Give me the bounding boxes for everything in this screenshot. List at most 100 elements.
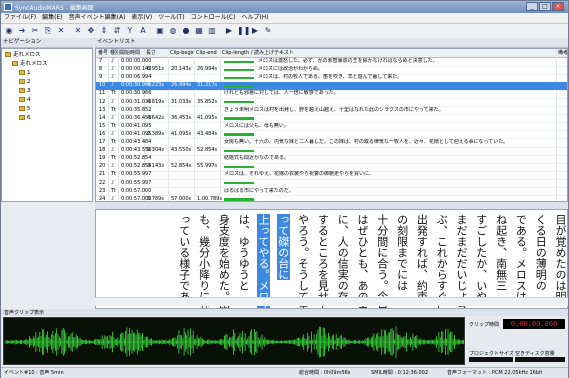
info-icon[interactable]: ● [181, 26, 191, 36]
vertical-text-column[interactable]: くる日の薄明の [534, 214, 547, 291]
vertical-text-column[interactable]: すごしたか、いや [475, 214, 488, 302]
free-disk-meter [515, 357, 565, 362]
edit-icon[interactable]: ✎ [263, 26, 273, 36]
vertical-text-column[interactable]: である。メロスは [514, 214, 527, 302]
cell-no: 23 [99, 187, 106, 194]
cell-type: ♪ [111, 147, 115, 154]
cell-type: ♪ [111, 58, 115, 64]
maximize-button[interactable]: □ [539, 2, 551, 11]
cell-no: 13 [99, 106, 106, 113]
cell-text: メロスには政治がわからぬ。 [258, 66, 324, 73]
tree-node[interactable]: 2 [19, 79, 31, 86]
vertical-text-column[interactable]: はぜひとも、あの王 [356, 214, 369, 308]
play-icon[interactable]: ▶ [224, 26, 234, 36]
menu-item[interactable]: コントロール(C) [188, 13, 239, 23]
waveform-view[interactable] [3, 317, 465, 365]
vertical-text-column[interactable]: 上ってやる。メロス [257, 214, 270, 308]
vertical-text-column[interactable]: ね起き、南無三 [495, 214, 508, 291]
clip-time-display: 0:00:00.000 [503, 319, 565, 329]
menu-item[interactable]: 表示(V) [128, 13, 155, 23]
delete-icon[interactable]: ✕ [56, 26, 66, 36]
clear-icon[interactable]: ✕ [73, 26, 83, 36]
close-button[interactable]: × [552, 2, 564, 11]
cell-no: 15 [99, 122, 106, 129]
waveform-header: 音声クリップ表示 [1, 309, 568, 316]
status-total-time: 総合時間 : 0h09m56s [299, 370, 351, 376]
move-icon[interactable]: ✥ [86, 26, 96, 36]
tree-node-label: 6 [27, 115, 31, 121]
column-header[interactable]: 長さ [146, 49, 156, 57]
menu-item[interactable]: 編集(E) [39, 13, 65, 23]
record-icon[interactable]: ◍ [168, 26, 178, 36]
vertical-text-column[interactable]: 身支度を始めた。雨 [217, 214, 230, 308]
column-header[interactable]: Clip-length / 読み上げテキスト [222, 49, 294, 57]
cell-start: 0:00:30.966 [121, 90, 152, 97]
vertical-text-column[interactable]: 十分間に合う。今日 [376, 214, 389, 308]
tree-node[interactable]: 3 [19, 88, 31, 95]
vertical-text-column[interactable]: 出発すれば、約束 [415, 214, 428, 302]
vertical-text-column[interactable]: の刻限までには [396, 214, 409, 291]
cell-type: Tt [111, 155, 117, 162]
vertical-text-column[interactable]: ぶ、これからすぐに [435, 214, 448, 308]
vertical-text-column[interactable]: っている様子であ [178, 214, 191, 302]
cell-len: 4.819s [147, 98, 164, 105]
tree-node[interactable]: 6 [19, 115, 31, 122]
text-a-icon[interactable]: A [138, 26, 148, 36]
clip-level-bar [224, 68, 254, 72]
vertical-text-column[interactable]: って磔の台に [276, 214, 290, 280]
horizontal-scrollbar[interactable] [95, 297, 568, 306]
menu-item[interactable]: 音声イベント編集(A) [66, 13, 129, 23]
tree-node[interactable]: 4 [19, 97, 31, 104]
vertical-text-column[interactable]: に、人の信実の存 [336, 214, 349, 302]
column-header[interactable]: Clip-begin [170, 49, 195, 57]
vertical-text-column[interactable]: は、ゆうゆうと [237, 214, 250, 291]
folder-icon [19, 88, 25, 93]
cell-cb: 20.143s [171, 66, 192, 73]
tree-node[interactable]: 5 [19, 106, 31, 113]
vertical-text-column[interactable]: するところを見せて [316, 214, 329, 308]
tree-node[interactable]: 1 [19, 70, 31, 77]
cell-cb: 31.033s [171, 98, 192, 105]
cut-icon[interactable]: ✂ [30, 26, 40, 36]
play-segment-icon[interactable]: ▣ [155, 26, 165, 36]
forward-icon[interactable]: ▶ [250, 26, 260, 36]
folder-icon [12, 61, 18, 66]
cell-no: 21 [99, 171, 106, 178]
column-header[interactable]: Clip-end [196, 49, 217, 57]
new-doc-icon[interactable]: ◉ [4, 26, 14, 36]
clip-level-bar [224, 165, 254, 169]
merge-icon[interactable]: ⇵ [112, 26, 122, 36]
tree-node[interactable]: 走れメロス [5, 52, 41, 59]
vertical-text-column[interactable]: も、幾分小降りにな [198, 214, 211, 308]
minimize-button[interactable]: _ [526, 2, 538, 11]
cell-len: 2.389s [147, 130, 164, 137]
menu-item[interactable]: ヘルプ(H) [238, 13, 271, 23]
text-y-icon[interactable]: Y [125, 26, 135, 36]
project-size-label: プロジェクトサイズ [469, 351, 514, 357]
tree-node[interactable]: 走れメロス [12, 61, 48, 68]
column-header[interactable]: 開始時間 [120, 49, 140, 57]
menu-item[interactable]: ツール(T) [155, 13, 187, 23]
navigation-title: ナビゲーション [3, 39, 42, 45]
tree-node-label: 1 [27, 70, 31, 76]
arrow-icon[interactable]: ➔ [17, 26, 27, 36]
cell-ce: 52.854s [197, 147, 218, 154]
grid-icon[interactable]: ▦ [194, 26, 204, 36]
column-header[interactable]: 備考 [558, 49, 567, 57]
cell-type: Tt [111, 171, 117, 178]
vertical-text-column[interactable]: やろう。そうして笑 [297, 214, 310, 308]
cell-type: Tt [111, 106, 117, 113]
copy-icon[interactable]: ⎘ [43, 26, 53, 36]
pause-icon[interactable]: ❚❚ [237, 26, 250, 36]
vertical-text-column[interactable]: まだまだだいじょう [455, 214, 468, 308]
cell-no: 20 [99, 163, 106, 170]
cell-cb: 36.453s [171, 114, 192, 121]
cell-type: Tt [111, 187, 117, 194]
menu-item[interactable]: ファイル(F) [1, 13, 39, 23]
cell-type: Tt [111, 122, 117, 129]
column-header[interactable]: 番号 [98, 49, 108, 57]
clip-time-label: クリップ時間 [469, 322, 500, 328]
split-icon[interactable]: ⇕ [99, 26, 109, 36]
vertical-text-column[interactable]: 目が覚めたのは明 [554, 214, 567, 302]
waveform-icon[interactable]: ▥ [207, 26, 217, 36]
